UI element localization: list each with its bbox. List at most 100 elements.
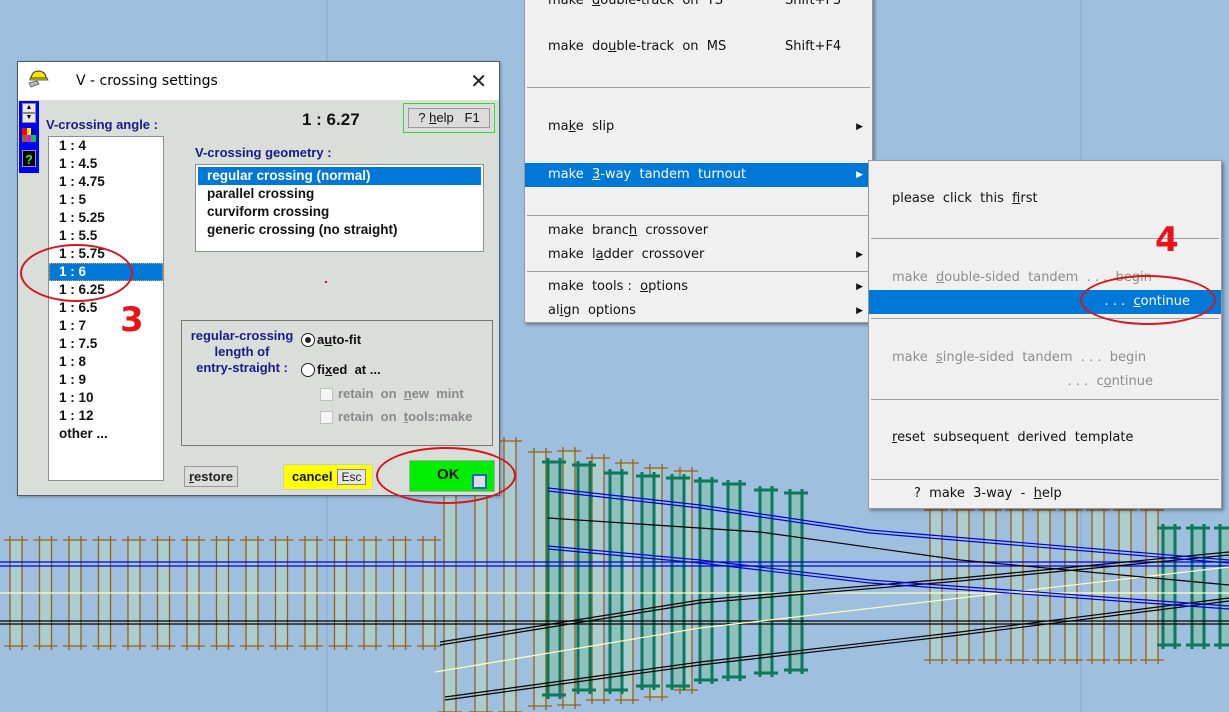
geometry-option[interactable]: curviform crossing — [198, 203, 481, 221]
sleeper — [957, 510, 969, 660]
sleeper — [642, 476, 654, 686]
make-menu: make double-track on TS Shift+F3 make dou… — [524, 0, 873, 323]
submenu-item-single-sided-continue[interactable]: . . . continue — [869, 370, 1221, 394]
sleeper — [984, 510, 996, 660]
angle-listbox[interactable]: 1 : 41 : 4.5 1 : 4.75 1 : 51 : 5.25 1 : 5.5… — [48, 136, 164, 481]
dialog-title: V - crossing settings — [76, 73, 218, 89]
menu-item-double-track-ts[interactable]: make double-track on TS Shift+F3 — [525, 0, 872, 13]
angle-option[interactable]: 1 : 5.75 — [49, 245, 163, 263]
scroll-down-button[interactable]: ▼ — [22, 113, 36, 123]
cancel-label: cancel — [292, 469, 333, 484]
entry-straight-group: regular-crossing length of entry-straight … — [181, 320, 493, 446]
angle-label: V-crossing angle : — [46, 117, 158, 132]
menu-item-double-track-ms[interactable]: make double-track on MS Shift+F4 — [525, 35, 872, 59]
focus-square-icon — [472, 474, 487, 489]
entry-straight-label: regular-crossing length of entry-straight … — [190, 328, 294, 375]
angle-option[interactable]: 1 : 10 — [49, 389, 163, 407]
menu-item-ladder-crossover[interactable]: make ladder crossover ▶ — [525, 243, 872, 267]
menu-item-branch-crossover[interactable]: make branch crossover — [525, 219, 872, 243]
submenu-arrow-icon: ▶ — [856, 282, 863, 292]
menu-item-3-way-tandem[interactable]: make 3-way tandem turnout ▶ — [525, 163, 872, 187]
ok-button[interactable]: OK — [409, 460, 495, 492]
sleeper — [1163, 528, 1175, 645]
angle-option[interactable]: 1 : 5.5 — [49, 227, 163, 245]
shortcut-label: Shift+F3 — [785, 0, 842, 8]
radio-auto-fit-indicator[interactable] — [301, 333, 315, 347]
radio-fixed[interactable]: fixed at ... — [301, 362, 381, 377]
geometry-listbox[interactable]: regular crossing (normal) parallel crossi… — [195, 164, 484, 252]
submenu-arrow-icon: ▶ — [856, 170, 863, 180]
esc-key-badge: Esc — [337, 469, 366, 485]
sleeper — [672, 478, 684, 686]
marker-dot — [325, 281, 327, 283]
angle-option[interactable]: 1 : 6 — [49, 263, 163, 281]
geometry-option[interactable]: regular crossing (normal) — [198, 167, 481, 185]
radio-fixed-label: fixed at ... — [317, 362, 381, 377]
sleeper — [534, 452, 546, 706]
checkbox-retain-tools-make-box[interactable] — [320, 411, 333, 424]
checkbox-retain-tools-make[interactable]: retain on tools:make — [320, 409, 472, 424]
scroll-up-button[interactable]: ▲ — [22, 103, 36, 113]
angle-option[interactable]: 1 : 4.5 — [49, 155, 163, 173]
sleeper — [1038, 510, 1050, 660]
radio-auto-fit-label: auto-fit — [317, 332, 362, 347]
submenu-arrow-icon: ▶ — [856, 250, 863, 260]
menu-separator — [527, 215, 870, 216]
sleeper — [1011, 510, 1023, 660]
submenu-item-help[interactable]: ? make 3-way - help — [869, 482, 1221, 506]
angle-option[interactable]: 1 : 4 — [49, 137, 163, 155]
ok-label: OK — [437, 466, 460, 483]
submenu-item-double-sided-begin[interactable]: make double-sided tandem . . . begin — [869, 266, 1221, 290]
angle-option[interactable]: 1 : 6.25 — [49, 281, 163, 299]
angle-value: 1 : 6.27 — [302, 110, 360, 129]
angle-option[interactable]: 1 : 5.25 — [49, 209, 163, 227]
restore-button[interactable]: restore — [184, 466, 238, 487]
v-crossing-settings-dialog: V - crossing settings ✕ ▲ ▼ ? V-crossing… — [17, 61, 500, 496]
submenu-item-reset-template[interactable]: reset subsequent derived template — [869, 426, 1221, 450]
side-toolbar: ▲ ▼ ? — [19, 101, 39, 173]
close-icon[interactable]: ✕ — [470, 69, 487, 93]
sleeper — [1092, 510, 1104, 660]
menu-separator — [871, 318, 1219, 319]
sleeper — [1146, 510, 1158, 660]
menu-item-make-slip[interactable]: make slip ▶ — [525, 115, 872, 139]
submenu-item-click-first[interactable]: please click this first — [869, 187, 1221, 211]
submenu-item-double-sided-continue[interactable]: . . . continue — [869, 290, 1221, 314]
menu-separator — [527, 87, 870, 88]
submenu-arrow-icon: ▶ — [856, 306, 863, 316]
angle-option[interactable]: 1 : 12 — [49, 407, 163, 425]
angle-option[interactable]: other ... — [49, 425, 163, 443]
radio-fixed-indicator[interactable] — [301, 363, 315, 377]
shortcut-label: Shift+F4 — [785, 39, 842, 54]
dialog-title-bar[interactable]: V - crossing settings ✕ — [18, 62, 499, 100]
menu-separator — [871, 479, 1219, 480]
menu-item-align-options[interactable]: align options ▶ — [525, 299, 872, 323]
angle-option[interactable]: 1 : 7 — [49, 317, 163, 335]
help-question-icon[interactable]: ? — [22, 150, 36, 167]
sleeper — [1192, 528, 1204, 645]
angle-option[interactable]: 1 : 9 — [49, 371, 163, 389]
help-button[interactable]: ? help F1 — [408, 108, 490, 128]
checkbox-retain-new-mint[interactable]: retain on new mint — [320, 386, 464, 401]
geometry-option[interactable]: generic crossing (no straight) — [198, 221, 481, 239]
geometry-option[interactable]: parallel crossing — [198, 185, 481, 203]
angle-option[interactable]: 1 : 7.5 — [49, 335, 163, 353]
angle-option[interactable]: 1 : 4.75 — [49, 173, 163, 191]
radio-auto-fit[interactable]: auto-fit — [301, 332, 361, 347]
angle-option[interactable]: 1 : 5 — [49, 191, 163, 209]
sleeper — [563, 451, 575, 705]
3-way-tandem-submenu: please click this first make double-side… — [868, 160, 1222, 509]
colour-palette-icon[interactable] — [22, 128, 36, 142]
submenu-item-single-sided-begin[interactable]: make single-sided tandem . . . begin — [869, 346, 1221, 370]
submenu-arrow-icon: ▶ — [856, 122, 863, 132]
checkbox-retain-tools-make-label: retain on tools:make — [338, 409, 473, 424]
menu-item-tools-options[interactable]: make tools : options ▶ — [525, 275, 872, 299]
sleeper — [548, 462, 560, 695]
angle-option[interactable]: 1 : 6.5 — [49, 299, 163, 317]
sleeper — [610, 473, 622, 690]
cancel-button[interactable]: cancel Esc — [283, 464, 373, 490]
geometry-label: V-crossing geometry : — [195, 145, 332, 160]
checkbox-retain-new-mint-box[interactable] — [320, 388, 333, 401]
sleeper — [504, 441, 516, 712]
angle-option[interactable]: 1 : 8 — [49, 353, 163, 371]
